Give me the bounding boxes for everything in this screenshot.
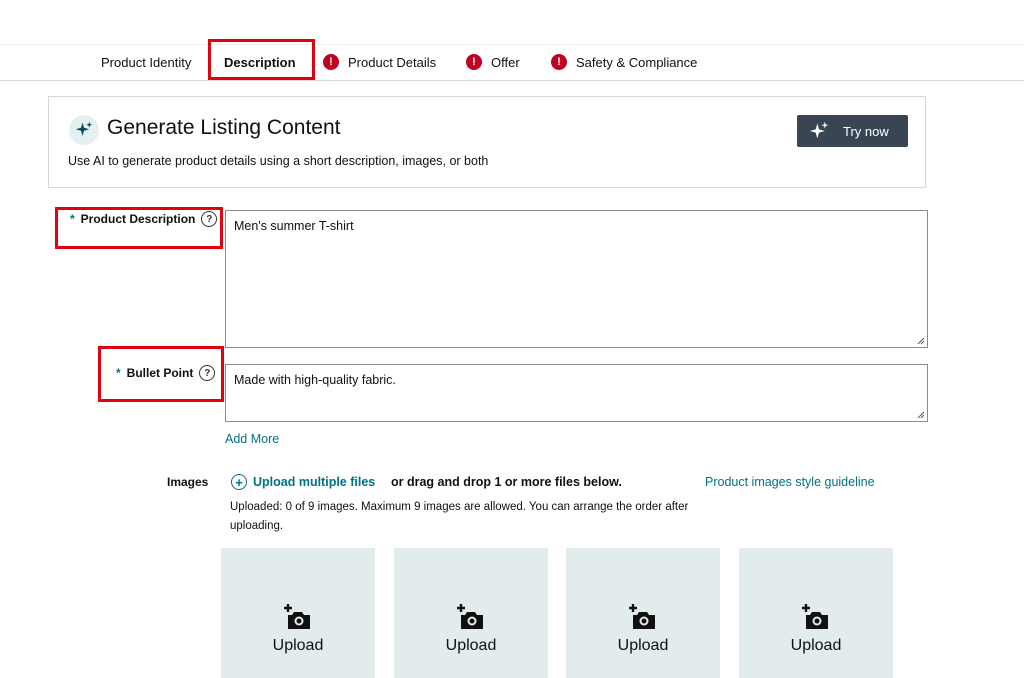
upload-multiple-files-link[interactable]: + Upload multiple files (231, 474, 375, 490)
resize-grip-icon[interactable] (917, 337, 925, 345)
tab-label: Product Identity (101, 54, 192, 70)
generate-listing-card: Generate Listing Content Use AI to gener… (48, 96, 926, 188)
help-icon[interactable]: ? (199, 365, 216, 381)
generate-subtitle: Use AI to generate product details using… (68, 154, 489, 168)
style-guideline-link[interactable]: Product images style guideline (705, 475, 875, 489)
upload-slot-4[interactable]: Upload (739, 548, 893, 678)
error-icon: ! (466, 54, 482, 70)
try-now-button[interactable]: Try now (797, 115, 908, 147)
uploaded-count-text: Uploaded: 0 of 9 images. Maximum 9 image… (230, 501, 689, 532)
product-description-label: * Product Description ? (70, 211, 218, 227)
tab-safety-compliance[interactable]: ! Safety & Compliance (551, 44, 697, 80)
sparkle-icon (809, 121, 829, 139)
error-icon: ! (323, 54, 339, 70)
upload-label: Upload (790, 637, 842, 654)
error-icon: ! (551, 54, 567, 70)
product-description-field[interactable]: Men's summer T-shirt (225, 210, 928, 348)
tab-label: Offer (491, 54, 520, 70)
help-icon[interactable]: ? (201, 211, 218, 227)
tab-product-identity[interactable]: Product Identity (101, 44, 191, 80)
required-marker: * (70, 212, 75, 226)
tab-bar: Product Identity Description ! Product D… (0, 44, 1024, 81)
product-description-label-text: Product Description (80, 212, 196, 226)
add-photo-icon (457, 604, 483, 629)
top-bar (0, 0, 1024, 45)
resize-grip-icon[interactable] (917, 411, 925, 419)
tab-label: Product Details (348, 54, 437, 70)
images-label: Images (167, 475, 209, 489)
upload-label: Upload (445, 637, 497, 654)
add-more-link[interactable]: Add More (225, 432, 279, 446)
generate-title: Generate Listing Content (107, 116, 341, 139)
add-photo-icon (629, 604, 655, 629)
required-marker: * (116, 366, 121, 380)
tab-product-details[interactable]: ! Product Details (323, 44, 436, 80)
sparkle-icon (69, 115, 99, 145)
add-photo-icon (284, 604, 310, 629)
upload-slot-2[interactable]: Upload (394, 548, 548, 678)
tab-label: Safety & Compliance (576, 54, 698, 70)
upload-label: Upload (617, 637, 669, 654)
bullet-point-field[interactable]: Made with high-quality fabric. (225, 364, 928, 422)
upload-slot-3[interactable]: Upload (566, 548, 720, 678)
upload-slot-1[interactable]: Upload (221, 548, 375, 678)
product-description-value: Men's summer T-shirt (234, 219, 354, 233)
try-now-label: Try now (843, 123, 889, 139)
bullet-point-label-text: Bullet Point (126, 366, 194, 380)
tab-offer[interactable]: ! Offer (466, 44, 520, 80)
upload-label: Upload (272, 637, 324, 654)
drag-drop-text: or drag and drop 1 or more files below. (391, 475, 622, 489)
add-photo-icon (802, 604, 828, 629)
bullet-point-label: * Bullet Point ? (116, 365, 216, 381)
plus-circle-icon: + (231, 474, 247, 490)
highlight-box-description-tab (208, 39, 315, 80)
bullet-point-value: Made with high-quality fabric. (234, 373, 396, 387)
upload-multiple-label: Upload multiple files (253, 475, 376, 489)
